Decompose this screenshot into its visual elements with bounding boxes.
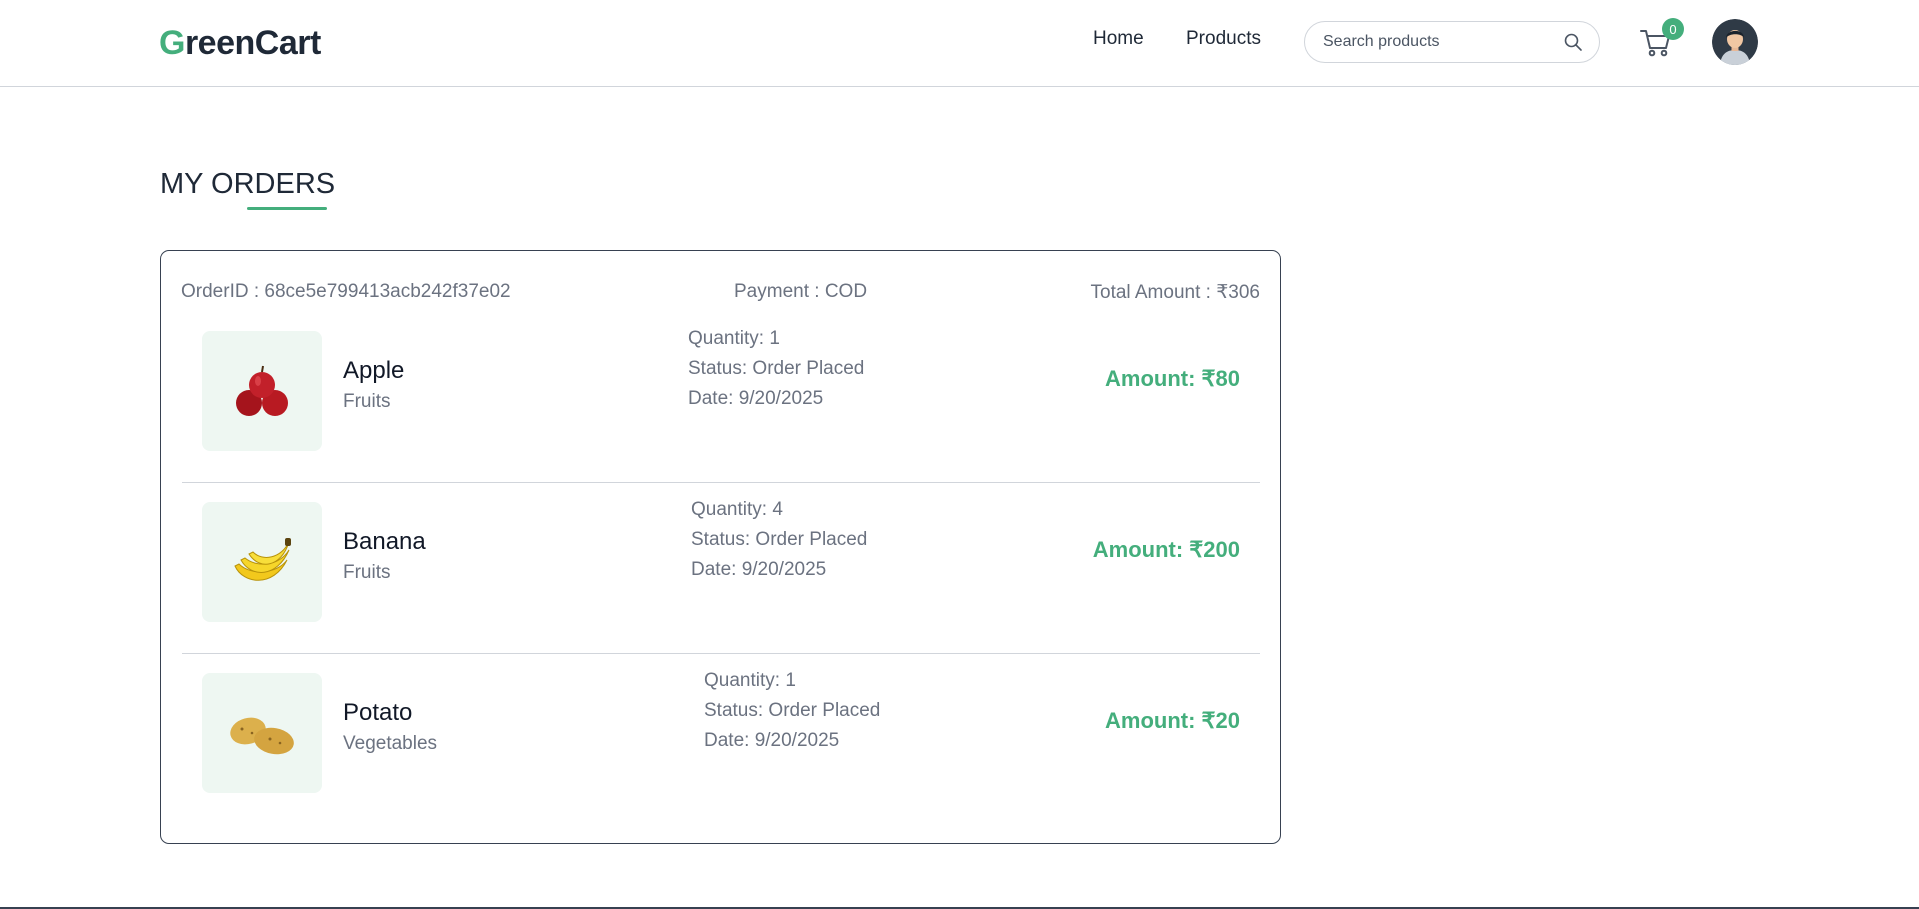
order-item: Apple Fruits Quantity: 1 Status: Order P… xyxy=(182,311,1260,483)
item-quantity: Quantity: 4 xyxy=(691,499,783,520)
page-title: MY ORDERS xyxy=(160,168,336,200)
order-card: OrderID : 68ce5e799413acb242f37e02 Payme… xyxy=(160,250,1281,844)
search-box xyxy=(1304,21,1600,63)
order-total: Total Amount : ₹306 xyxy=(1090,282,1260,303)
product-name: Potato xyxy=(343,699,413,726)
product-category: Vegetables xyxy=(343,733,438,754)
user-avatar-icon xyxy=(1712,19,1758,65)
nav-home-link[interactable]: Home xyxy=(1093,28,1144,50)
item-status: Status: Order Placed xyxy=(688,358,865,379)
product-thumbnail xyxy=(202,331,322,451)
product-thumbnail xyxy=(202,673,322,793)
order-payment: Payment : COD xyxy=(734,281,868,302)
item-status: Status: Order Placed xyxy=(704,700,881,721)
search-input[interactable] xyxy=(1321,32,1563,52)
item-amount: Amount: ₹200 xyxy=(1092,537,1240,562)
item-date: Date: 9/20/2025 xyxy=(688,388,824,409)
item-date: Date: 9/20/2025 xyxy=(704,730,840,751)
logo[interactable]: GreenCart xyxy=(159,22,321,64)
order-item: Potato Vegetables Quantity: 1 Status: Or… xyxy=(182,653,1260,824)
item-status: Status: Order Placed xyxy=(691,529,868,550)
apple-icon xyxy=(236,365,288,416)
item-quantity: Quantity: 1 xyxy=(704,670,796,691)
nav-products-link[interactable]: Products xyxy=(1186,28,1261,50)
product-name: Apple xyxy=(343,357,405,384)
product-thumbnail xyxy=(202,502,322,622)
logo-text: GreenCart xyxy=(159,23,321,62)
order-item: Banana Fruits Quantity: 4 Status: Order … xyxy=(182,482,1260,654)
item-amount: Amount: ₹20 xyxy=(1105,708,1240,733)
title-underline xyxy=(247,207,327,210)
search-icon[interactable] xyxy=(1563,32,1583,52)
product-name: Banana xyxy=(343,528,426,555)
potato-icon xyxy=(230,717,294,755)
cart-count-badge: 0 xyxy=(1662,18,1684,40)
item-date: Date: 9/20/2025 xyxy=(691,559,827,580)
navbar: GreenCart Home Products 0 xyxy=(0,0,1919,87)
product-category: Fruits xyxy=(343,562,391,583)
avatar[interactable] xyxy=(1712,19,1758,65)
banana-icon xyxy=(234,538,291,581)
product-category: Fruits xyxy=(343,391,391,412)
item-quantity: Quantity: 1 xyxy=(688,328,780,349)
item-amount: Amount: ₹80 xyxy=(1105,366,1240,391)
order-id: OrderID : 68ce5e799413acb242f37e02 xyxy=(181,281,511,302)
